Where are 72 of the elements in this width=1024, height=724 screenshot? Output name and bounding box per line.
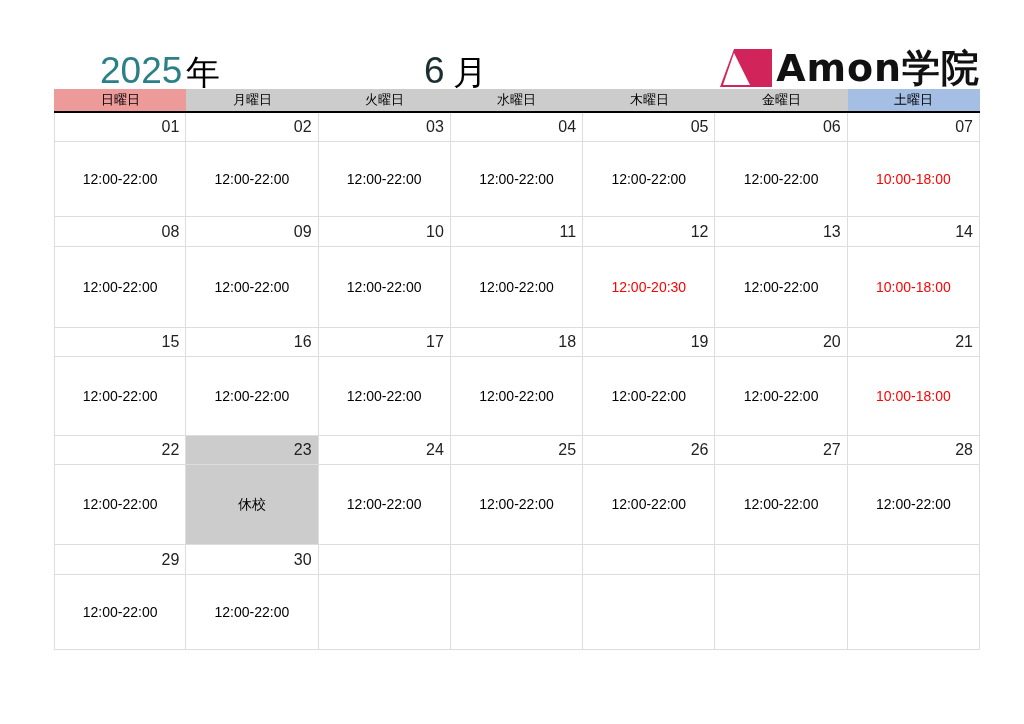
- closed-label: 休校: [237, 495, 266, 514]
- date-number: 07: [847, 113, 980, 142]
- opening-hours: 12:00-22:00: [214, 169, 290, 189]
- date-number: 10: [318, 217, 451, 247]
- date-number: 03: [318, 113, 451, 142]
- opening-hours: 12:00-22:00: [479, 386, 554, 406]
- opening-hours: 12:00-22:00: [876, 495, 951, 514]
- date-number: 05: [583, 113, 716, 142]
- opening-hours: 10:00-18:00: [876, 386, 951, 406]
- date-number: 04: [450, 113, 584, 142]
- opening-hours: 12:00-22:00: [346, 495, 422, 514]
- opening-hours: 12:00-22:00: [82, 277, 158, 297]
- date-number: 19: [583, 328, 716, 357]
- opening-hours: 12:00-22:00: [346, 277, 422, 297]
- date-number: 02: [186, 113, 319, 142]
- date-number: 27: [715, 436, 848, 465]
- opening-hours: 12:00-22:00: [743, 169, 819, 189]
- date-number: 25: [450, 436, 584, 465]
- month: 6: [424, 52, 445, 89]
- opening-hours: 12:00-22:00: [479, 277, 554, 297]
- opening-hours: 12:00-22:00: [214, 386, 290, 406]
- date-number: 11: [450, 217, 584, 247]
- weekday-header: 日曜日: [54, 89, 187, 111]
- weekday-header: 土曜日: [847, 89, 980, 111]
- opening-hours: 12:00-22:00: [214, 602, 290, 622]
- opening-hours: 12:00-22:00: [743, 277, 819, 297]
- date-number: 20: [715, 328, 848, 357]
- date-number: 29: [54, 545, 187, 575]
- date-number: 28: [847, 436, 980, 465]
- opening-hours: 12:00-22:00: [346, 386, 422, 406]
- opening-hours: 12:00-22:00: [611, 495, 687, 514]
- date-number: 01: [54, 113, 187, 142]
- date-number: 16: [186, 328, 319, 357]
- date-number: 17: [318, 328, 451, 357]
- triangle-logo-icon: [720, 49, 773, 87]
- weekday-header: 月曜日: [186, 89, 319, 111]
- opening-hours: 12:00-22:00: [82, 495, 158, 514]
- logo-text: Amon学院: [776, 49, 980, 87]
- opening-hours: 12:00-22:00: [611, 386, 687, 406]
- date-number: 13: [715, 217, 848, 247]
- date-number: 12: [583, 217, 716, 247]
- weekday-header: 金曜日: [715, 89, 848, 111]
- date-number: 23: [186, 436, 319, 465]
- opening-hours: 12:00-22:00: [82, 602, 158, 622]
- opening-hours: 12:00-22:00: [214, 277, 290, 297]
- opening-hours: 12:00-22:00: [479, 169, 554, 189]
- opening-hours: 12:00-20:30: [611, 277, 687, 297]
- weekday-header: 木曜日: [583, 89, 716, 111]
- date-number: 08: [54, 217, 187, 247]
- date-number: 09: [186, 217, 319, 247]
- opening-hours: 10:00-18:00: [876, 169, 951, 189]
- year-unit: 年: [186, 55, 221, 89]
- month-unit: 月: [452, 55, 487, 89]
- opening-hours: 12:00-22:00: [743, 386, 819, 406]
- date-number: 30: [186, 545, 319, 575]
- opening-hours: 12:00-22:00: [82, 386, 158, 406]
- date-number: 26: [583, 436, 716, 465]
- year: 2025: [100, 52, 183, 89]
- opening-hours: 12:00-22:00: [479, 495, 554, 514]
- weekday-header: 火曜日: [318, 89, 451, 111]
- opening-hours: 12:00-22:00: [82, 169, 158, 189]
- date-number: 15: [54, 328, 187, 357]
- date-number: 06: [715, 113, 848, 142]
- date-number: 24: [318, 436, 451, 465]
- opening-hours: 12:00-22:00: [743, 495, 819, 514]
- date-number: 18: [450, 328, 584, 357]
- opening-hours: 12:00-22:00: [611, 169, 687, 189]
- weekday-header: 水曜日: [450, 89, 584, 111]
- opening-hours: 10:00-18:00: [876, 277, 951, 297]
- opening-hours: 12:00-22:00: [346, 169, 422, 189]
- date-number: 14: [847, 217, 980, 247]
- date-number: 21: [847, 328, 980, 357]
